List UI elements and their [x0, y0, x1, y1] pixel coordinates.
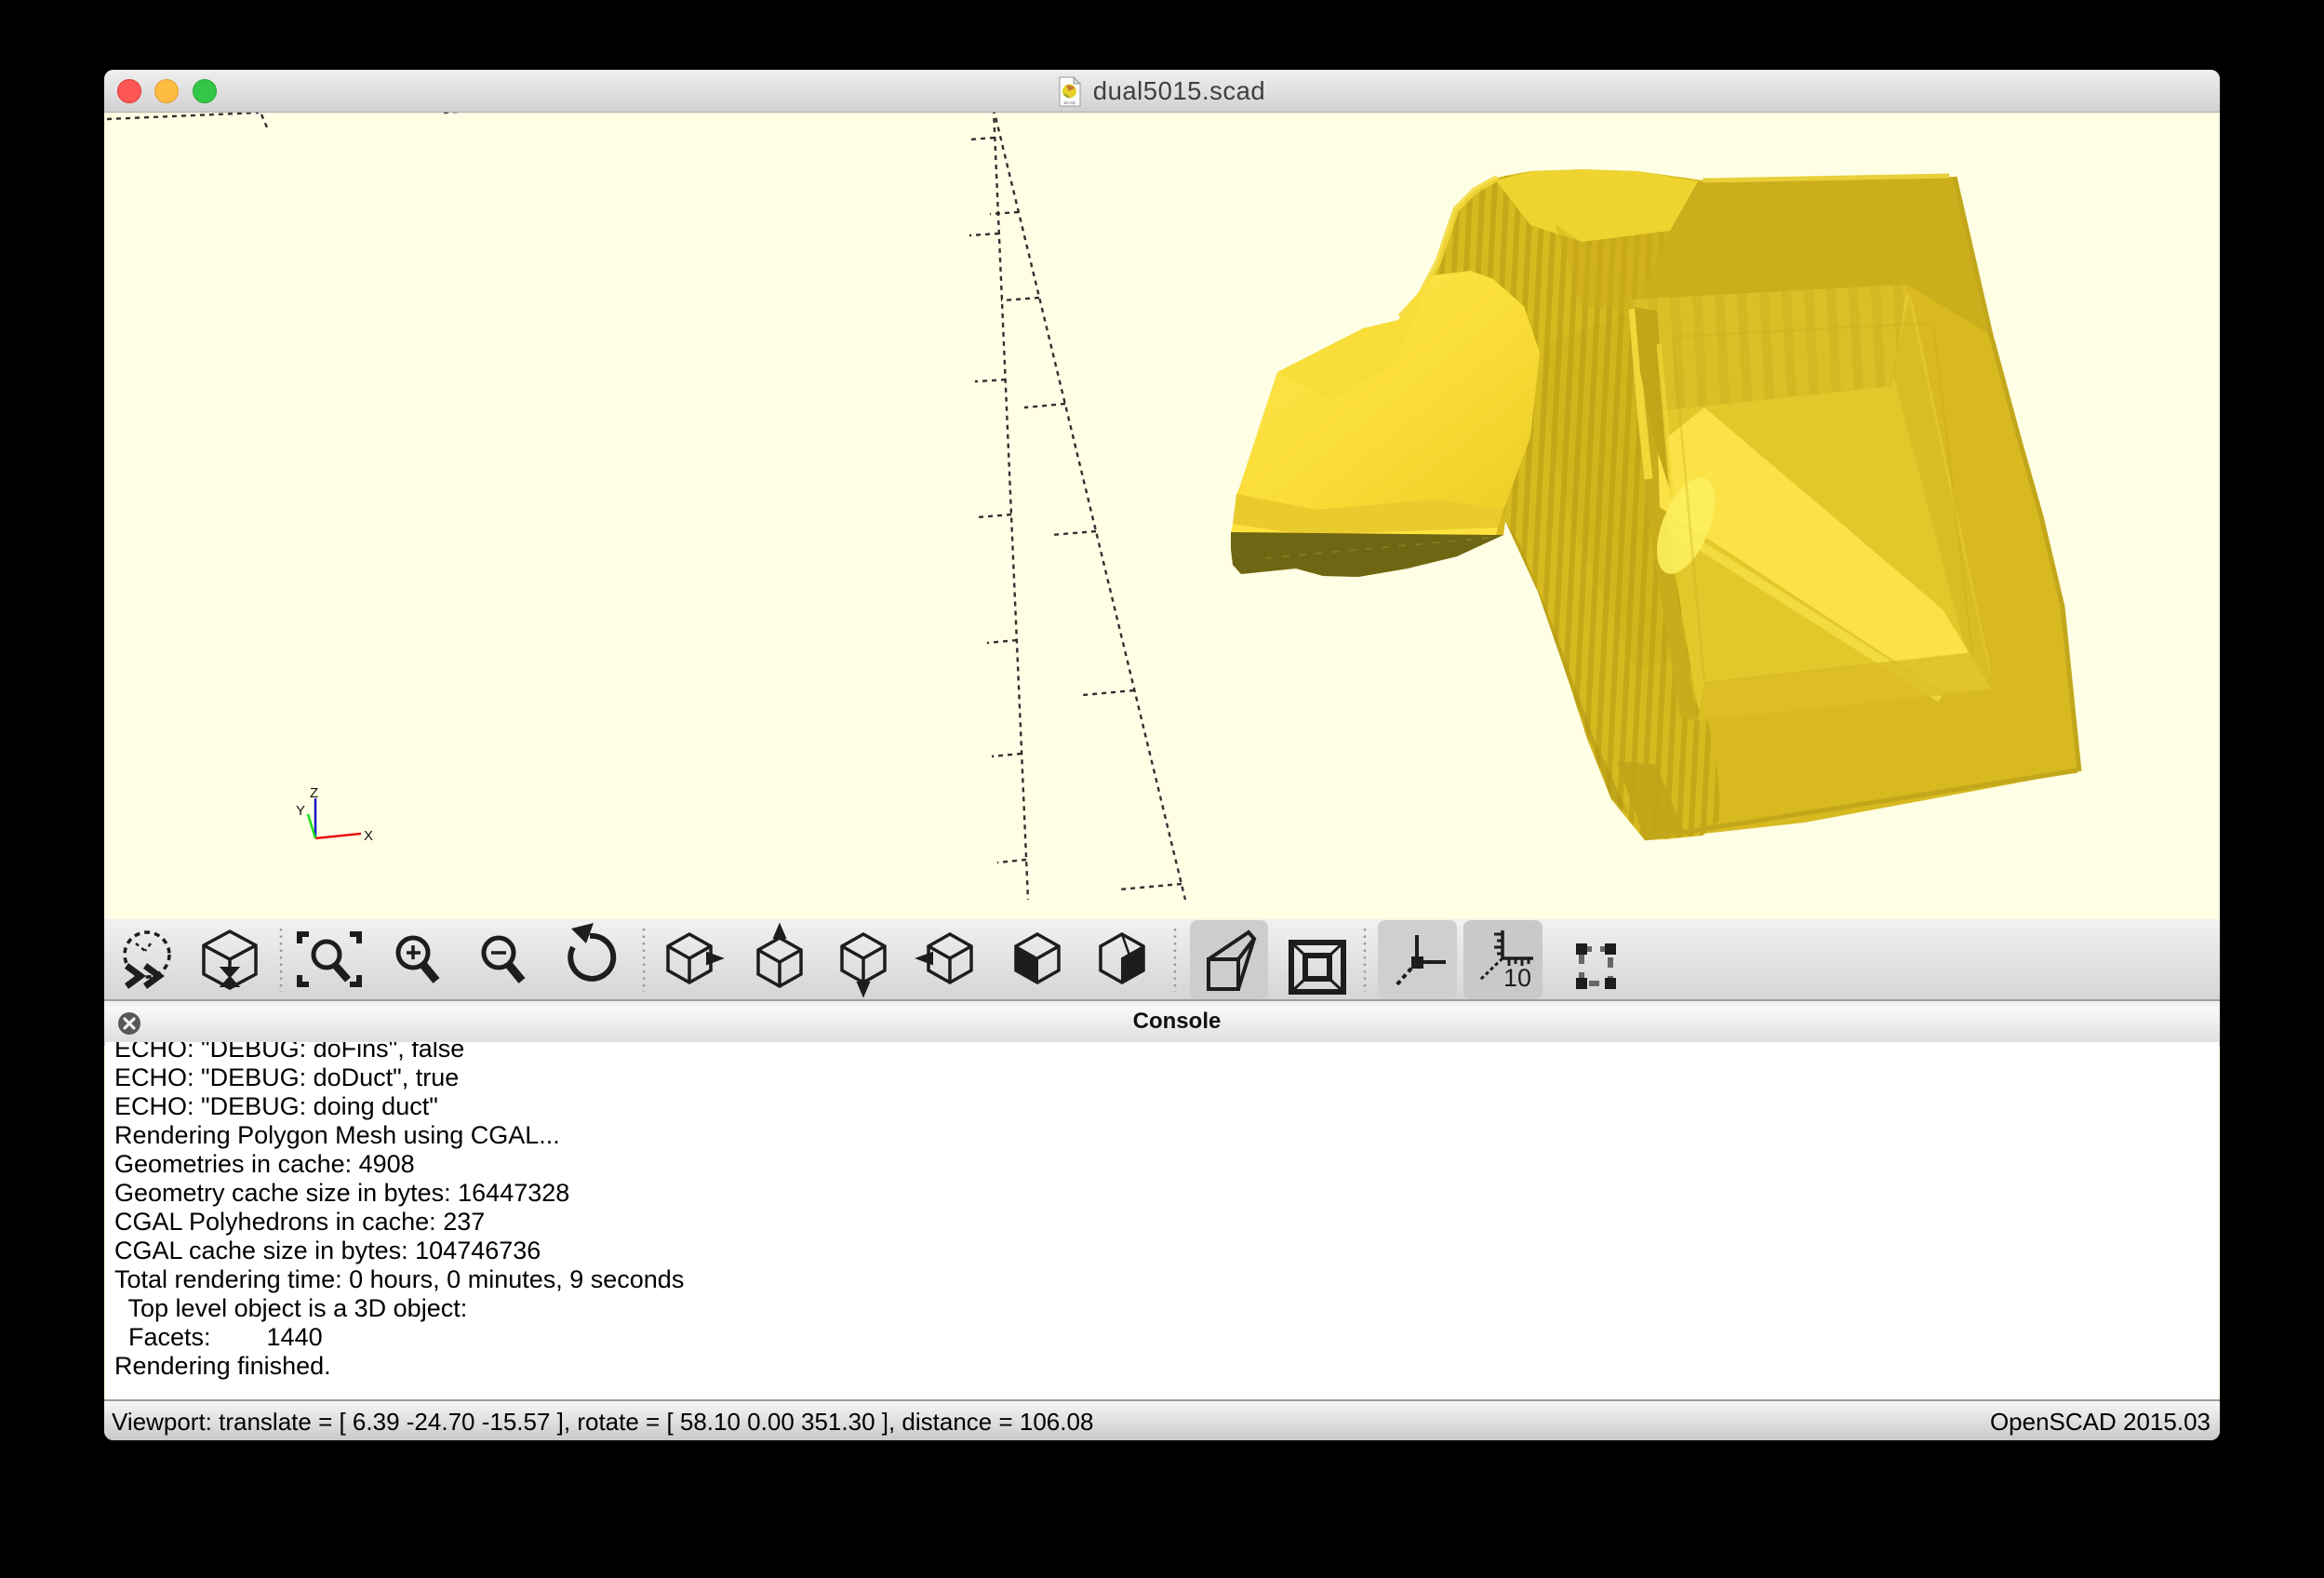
svg-text:X: X	[364, 828, 373, 844]
svg-text:Y: Y	[296, 803, 305, 819]
svg-text:Z: Z	[310, 785, 318, 801]
svg-text:SCAD: SCAD	[1063, 100, 1075, 105]
svg-text:10: 10	[1503, 964, 1531, 992]
